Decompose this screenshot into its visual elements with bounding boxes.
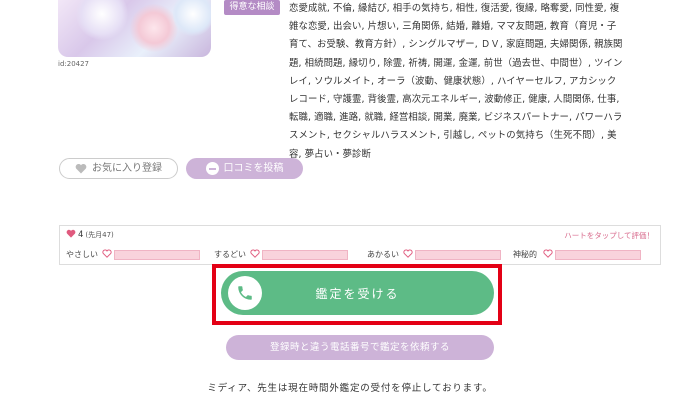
heart-icon bbox=[75, 163, 87, 174]
post-review-button[interactable]: 口コミを投稿 bbox=[186, 158, 303, 179]
favorite-button[interactable]: お気に入り登録 bbox=[59, 158, 178, 179]
heart-outline-icon[interactable] bbox=[543, 249, 553, 260]
metric-bar bbox=[262, 249, 348, 260]
phone-icon bbox=[228, 276, 262, 310]
metric-label: あかるい bbox=[367, 250, 399, 259]
description-line: 容, 夢占い・夢診断 bbox=[289, 148, 371, 160]
description-line: 育て、お受験、教育方針）, シングルマザー, ＤＶ, 家庭問題, 夫婦関係, 親… bbox=[289, 39, 623, 51]
metric-bar bbox=[555, 249, 641, 260]
chat-bubble-icon bbox=[205, 162, 219, 175]
description-line: 題, 相続問題, 縁切り, 除霊, 祈祷, 開運, 金運, 前世（過去世、中間世… bbox=[289, 57, 623, 69]
review-label: 口コミを投稿 bbox=[223, 163, 284, 174]
metric-yasashii[interactable]: やさしい bbox=[66, 249, 200, 260]
heart-outline-icon[interactable] bbox=[250, 249, 260, 260]
tap-hint: ハートをタップして評価！ bbox=[564, 231, 654, 240]
favorite-label: お気に入り登録 bbox=[92, 163, 162, 174]
advisor-id: id:20427 bbox=[58, 60, 90, 68]
rating-summary: 4 (先月47) bbox=[66, 229, 114, 240]
metric-label: やさしい bbox=[66, 250, 98, 259]
metric-label: 神秘的 bbox=[513, 250, 537, 259]
description-line: レイ, ソウルメイト, オーラ（波動、健康状態）, ハイヤーセルフ, アカシック bbox=[289, 75, 617, 87]
rating-panel: 4 (先月47) ハートをタップして評価！ やさしい するどい あかるい 神秘的 bbox=[59, 225, 661, 265]
metric-bar bbox=[415, 249, 501, 260]
rating-count: 4 bbox=[78, 229, 84, 240]
heart-outline-icon[interactable] bbox=[403, 249, 413, 260]
metric-shinpiteki[interactable]: 神秘的 bbox=[513, 249, 641, 260]
metric-label: するどい bbox=[214, 250, 246, 259]
description-line: 雑な恋愛, 出会い, 片想い, 三角関係, 結婚, 離婚, ママ友問題, 教育（… bbox=[289, 21, 617, 33]
heart-outline-icon[interactable] bbox=[102, 249, 112, 260]
advisor-avatar bbox=[58, 0, 211, 57]
description-line: レコード, 守護霊, 背後霊, 高次元エネルギー, 波動修正, 健康, 人間関係… bbox=[289, 94, 620, 106]
heart-icon bbox=[66, 229, 76, 240]
rating-period: (先月47) bbox=[85, 230, 114, 239]
description-line: スメント, セクシャルハラスメント, 引越し, ペットの気持ち（生死不問）, 美 bbox=[289, 130, 617, 142]
metric-akarui[interactable]: あかるい bbox=[367, 249, 501, 260]
specialty-badge: 得意な相談 bbox=[224, 0, 280, 15]
call-button-label: 鑑定を受ける bbox=[315, 286, 400, 301]
specialty-description: 恋愛成就, 不倫, 縁結び, 相手の気持ち, 相性, 復活愛, 復縁, 略奪愛,… bbox=[289, 0, 661, 164]
metric-bar bbox=[114, 249, 200, 260]
rating-metrics: やさしい するどい あかるい 神秘的 bbox=[66, 249, 656, 261]
availability-notice: ミディア、先生は現在時間外鑑定の受付を停止しております。 bbox=[207, 383, 493, 394]
description-line: 転職, 適職, 進路, 就職, 経営相談, 開業, 廃業, ビジネスパートナー,… bbox=[289, 112, 623, 124]
description-line: 恋愛成就, 不倫, 縁結び, 相手の気持ち, 相性, 復活愛, 復縁, 略奪愛,… bbox=[289, 3, 620, 14]
metric-surudoi[interactable]: するどい bbox=[214, 249, 348, 260]
request-other-number-button[interactable]: 登録時と違う電話番号で鑑定を依頼する bbox=[226, 335, 494, 360]
